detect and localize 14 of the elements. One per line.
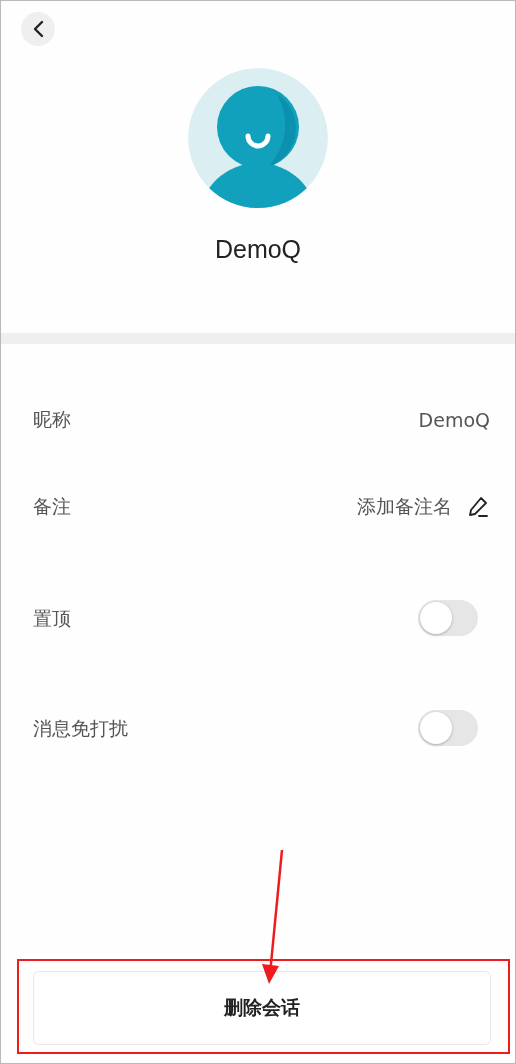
pencil-icon[interactable] xyxy=(466,494,490,519)
back-icon xyxy=(32,20,44,38)
toggle-switch[interactable] xyxy=(418,600,478,636)
avatar-icon xyxy=(188,68,328,208)
setting-label: 置顶 xyxy=(33,606,71,631)
profile-name: DemoQ xyxy=(214,235,302,264)
remark-link[interactable]: 添加备注名 xyxy=(357,493,452,520)
setting-label: 昵称 xyxy=(33,406,71,432)
setting-label: 备注 xyxy=(33,493,71,519)
setting-label: 消息免打扰 xyxy=(33,716,128,741)
toggle-switch[interactable] xyxy=(418,710,478,746)
delete-chat-button[interactable]: 删除会话 xyxy=(33,971,491,1045)
setting-value: DemoQ xyxy=(418,408,490,431)
back-button[interactable] xyxy=(21,12,55,46)
